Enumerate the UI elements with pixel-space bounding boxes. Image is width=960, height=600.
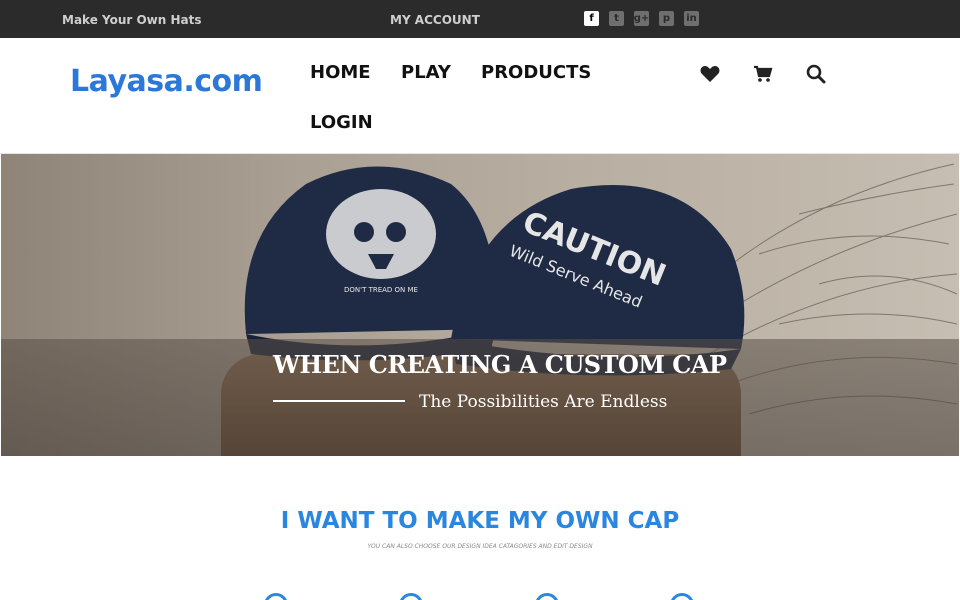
top-bar: Make Your Own Hats MY ACCOUNT f t g+ p i… — [0, 0, 960, 38]
hero-headline: WHEN CREATING A CUSTOM CAP — [273, 350, 727, 379]
hero-subline: The Possibilities Are Endless — [419, 392, 668, 412]
nav-play[interactable]: PLAY — [401, 62, 451, 83]
cart-icon[interactable] — [752, 63, 774, 85]
twitter-icon[interactable]: t — [609, 11, 624, 26]
hero-divider — [273, 400, 405, 402]
category-circle[interactable] — [264, 593, 288, 600]
site-header: Layasa.com HOME PLAY PRODUCTS LOGIN — [0, 38, 960, 154]
category-circles — [0, 593, 960, 600]
my-account-link[interactable]: MY ACCOUNT — [390, 13, 480, 27]
nav-home[interactable]: HOME — [310, 62, 371, 83]
section-subtitle: YOU CAN ALSO CHOOSE OUR DESIGN IDEA CATA… — [367, 543, 593, 550]
search-icon[interactable] — [805, 63, 827, 85]
category-circle[interactable] — [535, 593, 559, 600]
cap-left-text: DON'T TREAD ON ME — [344, 286, 418, 294]
nav-products[interactable]: PRODUCTS — [481, 62, 591, 83]
category-circle[interactable] — [670, 593, 694, 600]
google-plus-icon[interactable]: g+ — [634, 11, 649, 26]
social-links: f t g+ p in — [584, 11, 699, 26]
site-tagline: Make Your Own Hats — [62, 13, 202, 27]
facebook-icon[interactable]: f — [584, 11, 599, 26]
site-logo[interactable]: Layasa.com — [70, 64, 263, 99]
nav-login[interactable]: LOGIN — [310, 112, 373, 133]
linkedin-icon[interactable]: in — [684, 11, 699, 26]
heart-icon[interactable] — [699, 63, 721, 85]
section-title: I WANT TO MAKE MY OWN CAP — [280, 508, 680, 534]
category-circle[interactable] — [399, 593, 423, 600]
pinterest-icon[interactable]: p — [659, 11, 674, 26]
hero-banner[interactable]: DON'T TREAD ON ME CAUTION Wild Serve Ahe… — [1, 154, 959, 456]
